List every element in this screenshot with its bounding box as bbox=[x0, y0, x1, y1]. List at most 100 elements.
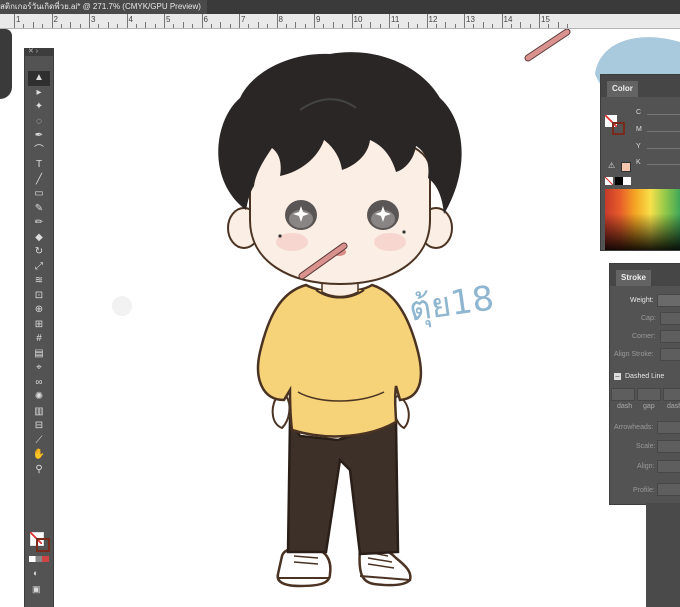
dashed-line-checkbox[interactable]: – bbox=[614, 373, 621, 380]
gradient-tool-icon[interactable]: ▤ bbox=[28, 347, 50, 362]
pencil-tool-icon[interactable]: ✏ bbox=[28, 216, 50, 231]
align-arrow-label: Align: bbox=[637, 463, 655, 470]
handwritten-text: ตุ้ย18 bbox=[406, 278, 496, 329]
scale-label: Scale: bbox=[636, 443, 656, 450]
dash-field-2[interactable] bbox=[663, 388, 680, 401]
dashed-line-label: Dashed Line bbox=[625, 373, 665, 380]
ruler-number: 1 bbox=[16, 15, 21, 24]
channel-k-label: K bbox=[636, 159, 641, 166]
color-panel-tab[interactable]: Color bbox=[607, 81, 638, 97]
profile-select[interactable] bbox=[657, 483, 680, 496]
cap-buttons[interactable] bbox=[660, 312, 680, 325]
warp-tool-icon[interactable]: ≋ bbox=[28, 274, 50, 289]
ruler-tick bbox=[210, 24, 212, 28]
channel-c-slider[interactable] bbox=[647, 114, 680, 115]
dash-field-1[interactable] bbox=[611, 388, 635, 401]
ruler-number: 6 bbox=[203, 15, 208, 24]
ruler-tick bbox=[539, 14, 540, 28]
ruler-tick bbox=[295, 22, 297, 28]
direct-selection-tool-icon[interactable]: ▸ bbox=[28, 86, 50, 101]
blend-tool-icon[interactable]: ∞ bbox=[28, 376, 50, 391]
arrowheads-select[interactable] bbox=[657, 421, 680, 434]
line-tool-icon[interactable]: ╱ bbox=[28, 173, 50, 188]
stroke-panel-tab[interactable]: Stroke bbox=[616, 270, 651, 286]
black-swatch[interactable] bbox=[615, 177, 623, 185]
artboard-canvas[interactable]: ตุ้ย18 bbox=[0, 29, 680, 607]
rectangle-tool-icon[interactable]: ▭ bbox=[28, 187, 50, 202]
ruler-tick bbox=[98, 24, 100, 28]
selection-tool-icon[interactable]: ▲ bbox=[28, 71, 50, 86]
ruler-tick bbox=[342, 24, 344, 28]
ruler-tick bbox=[257, 22, 259, 28]
ruler-tick bbox=[164, 14, 165, 28]
lasso-tool-icon[interactable]: ◌ bbox=[28, 115, 50, 130]
ruler-tick bbox=[501, 14, 503, 28]
paintbrush-tool-icon[interactable]: ✎ bbox=[28, 202, 50, 217]
screen-mode-icon[interactable]: ▣ bbox=[32, 584, 41, 595]
ruler-number: 9 bbox=[316, 15, 321, 24]
tools-panel-grip[interactable]: ✕ › bbox=[25, 48, 53, 56]
drawing-mode-icon[interactable]: ◐ bbox=[33, 568, 38, 578]
ruler-tick bbox=[426, 14, 428, 28]
ruler-tick bbox=[445, 22, 447, 28]
artwork-svg: ตุ้ย18 bbox=[112, 29, 680, 588]
perspective-grid-tool-icon[interactable]: ⊞ bbox=[28, 318, 50, 333]
ruler-tick bbox=[492, 24, 494, 28]
ruler-tick bbox=[14, 14, 15, 28]
fill-stroke-toggle[interactable] bbox=[605, 115, 625, 135]
align-arrow-buttons[interactable] bbox=[657, 460, 680, 473]
eraser-tool-icon[interactable]: ◆ bbox=[28, 231, 50, 246]
ruler-number: 2 bbox=[53, 15, 58, 24]
curvature-tool-icon[interactable]: ⌒ bbox=[28, 144, 50, 159]
column-graph-tool-icon[interactable]: ▥ bbox=[28, 405, 50, 420]
channel-m-label: M bbox=[636, 126, 642, 133]
ruler-tick bbox=[510, 24, 512, 28]
ruler-tick bbox=[548, 24, 550, 28]
align-stroke-buttons[interactable] bbox=[660, 348, 680, 361]
slice-tool-icon[interactable]: ⟋ bbox=[28, 434, 50, 449]
artboard-tool-icon[interactable]: ⊟ bbox=[28, 419, 50, 434]
color-mode-buttons[interactable] bbox=[29, 556, 49, 562]
ruler-number: 8 bbox=[278, 15, 283, 24]
pen-tool-icon[interactable]: ✒ bbox=[28, 129, 50, 144]
ruler-tick bbox=[192, 24, 194, 28]
shape-builder-tool-icon[interactable]: ⊕ bbox=[28, 303, 50, 318]
ruler-tick bbox=[407, 22, 409, 28]
eyedropper-tool-icon[interactable]: ⌖ bbox=[28, 361, 50, 376]
color-panel: Color C M Y K ⚠ bbox=[600, 74, 680, 251]
rotate-tool-icon[interactable]: ↻ bbox=[28, 245, 50, 260]
ruler-tick bbox=[267, 24, 269, 28]
ruler-tick bbox=[229, 24, 231, 28]
scale-field[interactable] bbox=[657, 440, 680, 453]
channel-c-label: C bbox=[636, 109, 642, 116]
gap-field-1[interactable] bbox=[637, 388, 661, 401]
ruler-tick bbox=[126, 14, 128, 28]
out-of-gamut-icon[interactable]: ⚠ bbox=[608, 161, 615, 170]
document-tab[interactable]: สติกเกอร์วันเกิดพี่วย.ai* @ 271.7% (CMYK… bbox=[0, 0, 207, 14]
channel-m-slider[interactable] bbox=[647, 131, 680, 132]
channel-k-slider[interactable] bbox=[647, 164, 680, 165]
ruler-tick bbox=[389, 14, 390, 28]
channel-y-slider[interactable] bbox=[647, 148, 680, 149]
none-swatch[interactable] bbox=[605, 177, 613, 185]
horizontal-ruler[interactable]: 1 2 3 4 5 6 7 8 9 10 11 12 13 14 15 bbox=[0, 14, 680, 29]
ruler-tick bbox=[107, 22, 109, 28]
weight-field[interactable] bbox=[657, 294, 680, 307]
ruler-tick bbox=[276, 14, 278, 28]
ruler-number: 5 bbox=[166, 15, 171, 24]
color-spectrum[interactable] bbox=[605, 189, 680, 250]
mesh-tool-icon[interactable]: # bbox=[28, 332, 50, 347]
cap-label: Cap: bbox=[641, 315, 656, 322]
corner-buttons[interactable] bbox=[660, 330, 680, 343]
fill-stroke-swatches[interactable] bbox=[30, 532, 50, 552]
scale-tool-icon[interactable]: ⤢ bbox=[28, 260, 50, 275]
current-color-swatch[interactable] bbox=[621, 162, 631, 172]
weight-label: Weight: bbox=[630, 297, 654, 304]
type-tool-icon[interactable]: T bbox=[28, 158, 50, 173]
hand-tool-icon[interactable]: ✋ bbox=[28, 448, 50, 463]
magic-wand-tool-icon[interactable]: ✦ bbox=[28, 100, 50, 115]
free-transform-tool-icon[interactable]: ⊡ bbox=[28, 289, 50, 304]
zoom-tool-icon[interactable]: ⚲ bbox=[28, 463, 50, 478]
symbol-sprayer-tool-icon[interactable]: ✺ bbox=[28, 390, 50, 405]
white-swatch[interactable] bbox=[623, 177, 631, 185]
